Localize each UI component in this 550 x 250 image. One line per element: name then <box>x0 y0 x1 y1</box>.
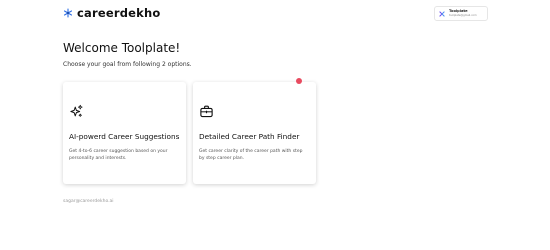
page-title: Welcome Toolplate! <box>63 41 181 55</box>
card-description: Get 4-to-6 career suggestion based on yo… <box>69 149 168 161</box>
user-name: Toolplate <box>449 8 468 13</box>
card-title: Detailed Career Path Finder <box>199 132 300 141</box>
card-description: Get career clarity of the career path wi… <box>199 149 303 161</box>
footer-email[interactable]: sagar@careerdekho.ai <box>63 199 114 204</box>
snowflake-logo-icon <box>63 8 73 18</box>
notification-dot <box>296 78 302 84</box>
header: careerdekho Toolplate toolplate@gmail.co… <box>0 0 550 30</box>
logo-text: careerdekho <box>77 6 161 20</box>
logo[interactable]: careerdekho <box>63 6 161 20</box>
card-career-path-finder[interactable]: Detailed Career Path Finder Get career c… <box>193 82 316 184</box>
briefcase-icon <box>200 105 213 118</box>
user-info: Toolplate toolplate@gmail.com <box>449 8 477 17</box>
page-subtitle: Choose your goal from following 2 option… <box>63 61 192 68</box>
user-email: toolplate@gmail.com <box>449 13 477 17</box>
card-ai-career-suggestions[interactable]: AI-powerd Career Suggestions Get 4-to-6 … <box>63 82 186 184</box>
card-title: AI-powerd Career Suggestions <box>69 132 180 141</box>
user-menu[interactable]: Toolplate toolplate@gmail.com <box>434 6 488 21</box>
user-avatar-icon <box>439 10 445 17</box>
sparkles-icon <box>70 104 83 117</box>
